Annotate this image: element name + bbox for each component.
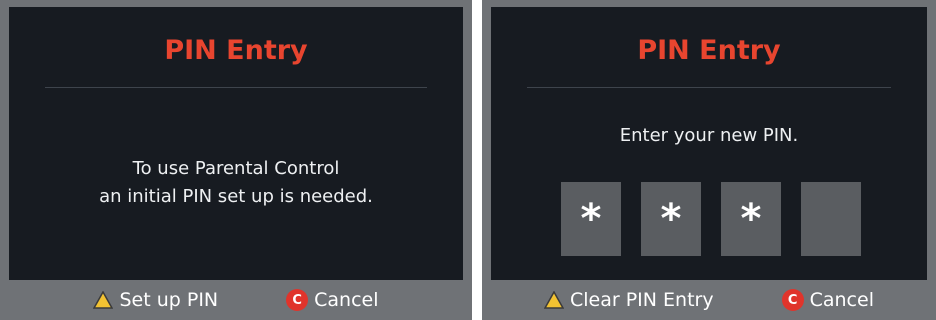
c-button-icon: C [781, 289, 804, 311]
set-up-pin-button[interactable]: Set up PIN [93, 289, 218, 311]
title-divider [527, 87, 891, 88]
pin-digit-box[interactable] [801, 182, 861, 256]
cancel-button[interactable]: C Cancel [286, 289, 379, 311]
pin-digit-box[interactable]: * [721, 182, 781, 256]
cancel-label: Cancel [314, 289, 379, 311]
clear-pin-entry-button[interactable]: Clear PIN Entry [544, 289, 714, 311]
c-button-icon: C [286, 289, 309, 311]
dialog-screen: PIN Entry To use Parental Control an ini… [9, 7, 463, 280]
dialog-footer: Clear PIN Entry C Cancel [482, 280, 936, 320]
cancel-label: Cancel [809, 289, 874, 311]
pin-digit-box[interactable]: * [641, 182, 701, 256]
dialog-screen: PIN Entry Enter your new PIN. * * * [491, 7, 927, 280]
dialog-title: PIN Entry [637, 35, 781, 66]
dialog-footer: Set up PIN C Cancel [0, 280, 472, 320]
pin-digit-box[interactable]: * [561, 182, 621, 256]
triangle-icon [93, 291, 114, 309]
dialog-message: To use Parental Control an initial PIN s… [9, 155, 463, 211]
pin-entry-dialog-new-pin: PIN Entry Enter your new PIN. * * * Clea… [482, 0, 936, 320]
dialog-message: Enter your new PIN. [619, 125, 799, 146]
dialog-title: PIN Entry [164, 35, 308, 66]
message-line-2: an initial PIN set up is needed. [99, 186, 373, 207]
message-line-1: To use Parental Control [132, 158, 340, 179]
set-up-pin-label: Set up PIN [119, 289, 219, 311]
clear-pin-entry-label: Clear PIN Entry [570, 289, 714, 311]
triangle-icon [544, 291, 564, 309]
cancel-button[interactable]: C Cancel [781, 289, 874, 311]
title-divider [45, 87, 427, 88]
pin-entry-dialog-setup: PIN Entry To use Parental Control an ini… [0, 0, 472, 320]
pin-input-group[interactable]: * * * [561, 182, 861, 256]
